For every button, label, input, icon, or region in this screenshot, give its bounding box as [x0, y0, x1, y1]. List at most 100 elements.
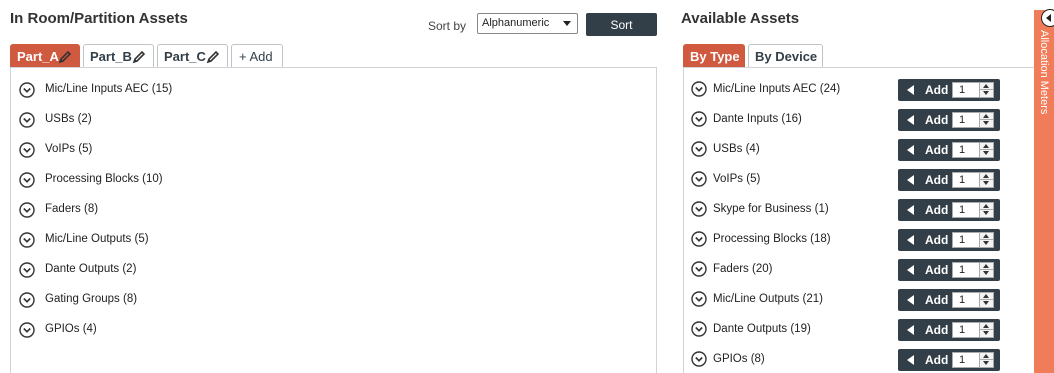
- arrow-left-icon: [907, 85, 914, 95]
- list-item-label: Mic/Line Inputs AEC (24): [713, 83, 841, 95]
- list-item-label: Dante Inputs (16): [713, 113, 802, 125]
- chevron-down-circle-icon[interactable]: [691, 351, 707, 367]
- spinner-arrows-icon[interactable]: [979, 293, 993, 307]
- chevron-down-circle-icon[interactable]: [19, 232, 35, 248]
- collapse-panel-button[interactable]: [1041, 9, 1054, 27]
- sort-select-value: Alphanumeric: [482, 17, 550, 29]
- arrow-left-icon: [907, 295, 914, 305]
- arrow-left-icon: [907, 145, 914, 155]
- quantity-stepper[interactable]: 1: [952, 352, 994, 368]
- chevron-down-circle-icon[interactable]: [691, 171, 707, 187]
- chevron-down-circle-icon[interactable]: [19, 112, 35, 128]
- quantity-stepper[interactable]: 1: [952, 112, 994, 128]
- list-item-label: VoIPs (5): [713, 173, 761, 185]
- tab-part-b[interactable]: Part_B: [83, 44, 154, 68]
- quantity-stepper[interactable]: 1: [952, 322, 994, 338]
- sort-button[interactable]: Sort: [586, 13, 657, 36]
- chevron-down-circle-icon[interactable]: [19, 142, 35, 158]
- list-item-label: Faders (20): [713, 263, 773, 275]
- list-item: Dante Inputs (16) Add 1: [684, 109, 1035, 131]
- chevron-down-circle-icon[interactable]: [19, 82, 35, 98]
- tab-by-type[interactable]: By Type: [683, 44, 745, 68]
- list-item-label: Mic/Line Outputs (5): [45, 233, 149, 245]
- quantity-stepper[interactable]: 1: [952, 202, 994, 218]
- quantity-value: 1: [959, 234, 966, 246]
- add-label: Add: [925, 293, 949, 307]
- add-asset-button[interactable]: Add 1: [898, 79, 1000, 101]
- tab-by-device[interactable]: By Device: [748, 44, 823, 68]
- add-asset-button[interactable]: Add 1: [898, 289, 1000, 311]
- quantity-stepper[interactable]: 1: [952, 262, 994, 278]
- add-asset-button[interactable]: Add 1: [898, 199, 1000, 221]
- chevron-down-circle-icon[interactable]: [19, 172, 35, 188]
- spinner-arrows-icon[interactable]: [979, 263, 993, 277]
- add-asset-button[interactable]: Add 1: [898, 259, 1000, 281]
- chevron-down-circle-icon[interactable]: [691, 261, 707, 277]
- arrow-left-icon: [907, 205, 914, 215]
- quantity-stepper[interactable]: 1: [952, 232, 994, 248]
- list-item-label: Mic/Line Inputs AEC (15): [45, 83, 173, 95]
- add-asset-button[interactable]: Add 1: [898, 349, 1000, 371]
- tab-part-c[interactable]: Part_C: [157, 44, 228, 68]
- quantity-value: 1: [959, 84, 966, 96]
- pencil-icon[interactable]: [205, 49, 221, 65]
- chevron-down-circle-icon[interactable]: [691, 111, 707, 127]
- partition-assets-title: In Room/Partition Assets: [10, 10, 188, 27]
- arrow-left-icon: [907, 265, 914, 275]
- list-item: Dante Outputs (19) Add 1: [684, 319, 1035, 341]
- add-label: Add: [925, 113, 949, 127]
- sort-select[interactable]: Alphanumeric: [477, 13, 578, 34]
- list-item: Mic/Line Inputs AEC (24) Add 1: [684, 79, 1035, 101]
- add-label: Add: [925, 263, 949, 277]
- list-item-label: Skype for Business (1): [713, 203, 829, 215]
- quantity-stepper[interactable]: 1: [952, 172, 994, 188]
- quantity-value: 1: [959, 294, 966, 306]
- chevron-down-circle-icon[interactable]: [19, 262, 35, 278]
- spinner-arrows-icon[interactable]: [979, 203, 993, 217]
- chevron-down-circle-icon[interactable]: [691, 321, 707, 337]
- list-item: Faders (20) Add 1: [684, 259, 1035, 281]
- add-asset-button[interactable]: Add 1: [898, 169, 1000, 191]
- chevron-down-circle-icon[interactable]: [691, 231, 707, 247]
- quantity-value: 1: [959, 204, 966, 216]
- chevron-down-circle-icon[interactable]: [19, 322, 35, 338]
- list-item-label: USBs (2): [45, 113, 92, 125]
- list-item-label: Gating Groups (8): [45, 293, 138, 305]
- chevron-down-circle-icon[interactable]: [691, 81, 707, 97]
- quantity-value: 1: [959, 264, 966, 276]
- arrow-left-icon: [907, 325, 914, 335]
- spinner-arrows-icon[interactable]: [979, 353, 993, 367]
- chevron-down-circle-icon[interactable]: [691, 291, 707, 307]
- list-item: GPIOs (8) Add 1: [684, 349, 1035, 371]
- arrow-left-icon: [907, 235, 914, 245]
- quantity-stepper[interactable]: 1: [952, 82, 994, 98]
- pencil-icon[interactable]: [57, 49, 73, 65]
- arrow-left-icon: [907, 175, 914, 185]
- spinner-arrows-icon[interactable]: [979, 173, 993, 187]
- pencil-icon[interactable]: [131, 49, 147, 65]
- chevron-down-circle-icon[interactable]: [691, 141, 707, 157]
- spinner-arrows-icon[interactable]: [979, 143, 993, 157]
- quantity-stepper[interactable]: 1: [952, 142, 994, 158]
- spinner-arrows-icon[interactable]: [979, 233, 993, 247]
- add-asset-button[interactable]: Add 1: [898, 139, 1000, 161]
- chevron-down-circle-icon[interactable]: [19, 202, 35, 218]
- add-label: Add: [925, 203, 949, 217]
- quantity-value: 1: [959, 144, 966, 156]
- chevron-down-circle-icon[interactable]: [19, 292, 35, 308]
- chevron-down-icon: [563, 21, 571, 26]
- spinner-arrows-icon[interactable]: [979, 83, 993, 97]
- spinner-arrows-icon[interactable]: [979, 113, 993, 127]
- quantity-stepper[interactable]: 1: [952, 292, 994, 308]
- add-asset-button[interactable]: Add 1: [898, 229, 1000, 251]
- tab-part-a[interactable]: Part_A: [10, 44, 80, 68]
- spinner-arrows-icon[interactable]: [979, 323, 993, 337]
- list-item: Processing Blocks (18) Add 1: [684, 229, 1035, 251]
- add-partition-tab[interactable]: + Add: [231, 44, 283, 68]
- list-item-label: Faders (8): [45, 203, 99, 215]
- chevron-down-circle-icon[interactable]: [691, 201, 707, 217]
- list-item-label: GPIOs (8): [713, 353, 765, 365]
- add-asset-button[interactable]: Add 1: [898, 319, 1000, 341]
- add-asset-button[interactable]: Add 1: [898, 109, 1000, 131]
- quantity-value: 1: [959, 114, 966, 126]
